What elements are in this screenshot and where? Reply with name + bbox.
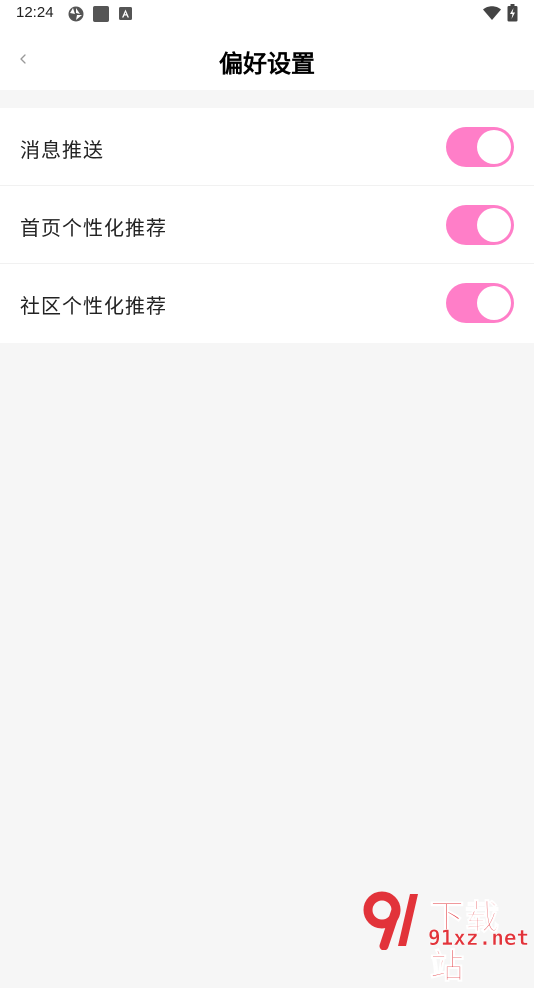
setting-label: 消息推送 <box>20 138 104 162</box>
wifi-icon <box>483 6 501 20</box>
status-bar: 12:24 <box>0 0 534 28</box>
settings-list: 消息推送 首页个性化推荐 社区个性化推荐 <box>0 108 534 343</box>
battery-icon <box>507 4 518 22</box>
nav-bar: 偏好设置 <box>0 28 534 90</box>
sync-icon <box>68 6 84 22</box>
status-time: 12:24 <box>16 4 54 21</box>
notification-a-icon <box>119 7 132 20</box>
setting-row-community-recommendation: 社区个性化推荐 <box>0 264 534 343</box>
page-title: 偏好设置 <box>219 50 315 78</box>
toggle-knob <box>477 286 511 320</box>
app-square-icon <box>93 6 109 22</box>
toggle-knob <box>477 208 511 242</box>
setting-row-message-push: 消息推送 <box>0 108 534 186</box>
home-recommendation-toggle[interactable] <box>446 205 514 245</box>
toggle-knob <box>477 130 511 164</box>
community-recommendation-toggle[interactable] <box>446 283 514 323</box>
setting-label: 首页个性化推荐 <box>20 216 167 240</box>
watermark-url: 91xz.net <box>428 926 530 951</box>
watermark-91-icon <box>363 891 418 950</box>
setting-row-home-recommendation: 首页个性化推荐 <box>0 186 534 264</box>
setting-label: 社区个性化推荐 <box>20 294 167 318</box>
watermark-logo: 下载站 91xz.net <box>362 886 532 988</box>
message-push-toggle[interactable] <box>446 127 514 167</box>
